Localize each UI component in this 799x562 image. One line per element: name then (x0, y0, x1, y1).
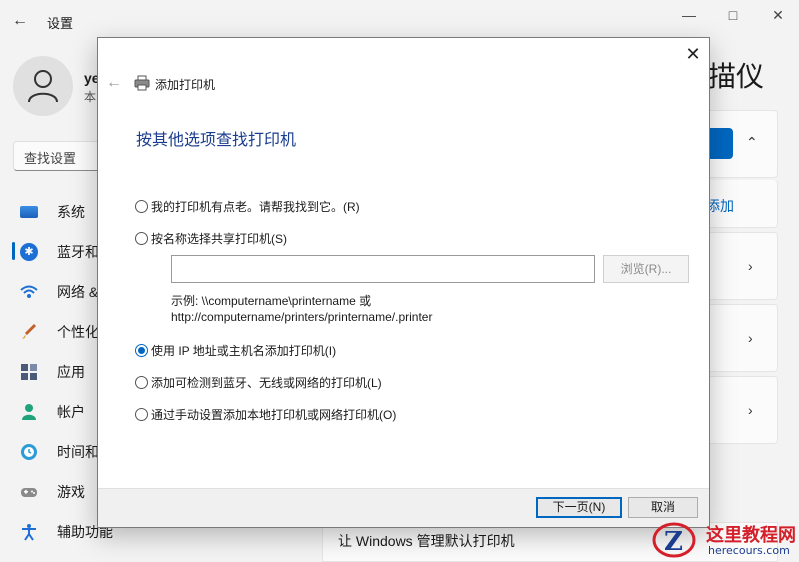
person-icon (20, 403, 38, 421)
chevron-right-icon[interactable]: › (748, 258, 753, 274)
brush-icon (20, 323, 38, 341)
dialog-heading: 按其他选项查找打印机 (136, 132, 297, 149)
example-text-line1: 示例: \\computername\printername 或 (171, 294, 372, 308)
bluetooth-icon: ✱ (20, 243, 38, 261)
dialog-title: 添加打印机 (155, 78, 216, 92)
wifi-icon (20, 283, 38, 301)
close-window-icon[interactable]: ✕ (758, 4, 798, 26)
gamepad-icon (20, 483, 38, 501)
option-label: 通过手动设置添加本地打印机或网络打印机(O) (151, 408, 397, 422)
clock-globe-icon (20, 443, 38, 461)
add-printer-dialog: ✕ ← 添加打印机 按其他选项查找打印机 我的打印机有点老。请帮我找到它。(R)… (97, 37, 710, 528)
shared-printer-name-input[interactable] (171, 255, 595, 283)
chevron-up-icon[interactable]: ⌃ (746, 134, 758, 151)
browse-button[interactable]: 浏览(R)... (603, 255, 689, 283)
option-label: 添加可检测到蓝牙、无线或网络的打印机(L) (151, 376, 382, 390)
nav-active-indicator (12, 242, 15, 260)
settings-card-1[interactable] (700, 232, 778, 300)
settings-card-2[interactable] (700, 304, 778, 372)
watermark-url: herecours.com (708, 544, 790, 557)
settings-card-3[interactable] (700, 376, 778, 444)
option-label: 使用 IP 地址或主机名添加打印机(I) (151, 344, 337, 358)
add-manually-link[interactable]: 添加 (706, 196, 734, 216)
nav-item-label: 蓝牙和 (57, 244, 99, 260)
default-printer-label: 让 Windows 管理默认打印机 (338, 533, 515, 549)
radio-button[interactable] (135, 232, 148, 245)
app-title: 设置 (47, 16, 74, 31)
option-bluetooth-wireless[interactable]: 添加可检测到蓝牙、无线或网络的打印机(L) (135, 374, 382, 391)
close-icon[interactable]: ✕ (680, 42, 706, 66)
watermark-logo-icon: Z (652, 521, 696, 559)
radio-button[interactable] (135, 408, 148, 421)
chevron-right-icon[interactable]: › (748, 402, 753, 418)
monitor-icon (20, 206, 38, 218)
nav-item-label: 系统 (57, 204, 85, 220)
radio-button[interactable] (135, 376, 148, 389)
option-shared-printer[interactable]: 按名称选择共享打印机(S) (135, 230, 287, 247)
nav-item-label: 应用 (57, 364, 85, 380)
option-label: 我的打印机有点老。请帮我找到它。(R) (151, 200, 360, 214)
minimize-icon[interactable]: — (669, 4, 709, 26)
chevron-right-icon[interactable]: › (748, 330, 753, 346)
avatar[interactable] (13, 56, 73, 116)
back-arrow-icon[interactable]: ← (106, 74, 122, 92)
search-placeholder: 查找设置 (24, 151, 77, 166)
nav-item-label: 时间和 (57, 444, 99, 460)
cancel-button[interactable]: 取消 (628, 497, 698, 518)
next-button[interactable]: 下一页(N) (536, 497, 622, 518)
back-arrow-icon[interactable]: ← (12, 12, 32, 32)
printer-icon (134, 75, 150, 94)
page-title-fragment: 描仪 (708, 61, 765, 92)
person-silhouette-icon (28, 70, 58, 103)
option-ip-address[interactable]: 使用 IP 地址或主机名添加打印机(I) (135, 342, 336, 359)
radio-button[interactable] (135, 200, 148, 213)
apps-icon (20, 363, 38, 381)
nav-item-label: 个性化 (57, 324, 99, 340)
option-label: 按名称选择共享打印机(S) (151, 232, 287, 246)
radio-button-selected[interactable] (135, 344, 148, 357)
nav-item-label: 游戏 (57, 484, 85, 500)
maximize-icon[interactable]: □ (713, 4, 753, 26)
nav-item-label: 帐户 (57, 404, 85, 420)
option-old-printer[interactable]: 我的打印机有点老。请帮我找到它。(R) (135, 198, 360, 215)
user-subtitle: 本 (84, 90, 97, 104)
option-manual-settings[interactable]: 通过手动设置添加本地打印机或网络打印机(O) (135, 406, 396, 423)
nav-item-label: 网络 & (57, 284, 99, 300)
svg-text:Z: Z (664, 527, 683, 557)
accessibility-icon (20, 523, 38, 541)
example-text-line2: http://computername/printers/printername… (171, 310, 433, 324)
